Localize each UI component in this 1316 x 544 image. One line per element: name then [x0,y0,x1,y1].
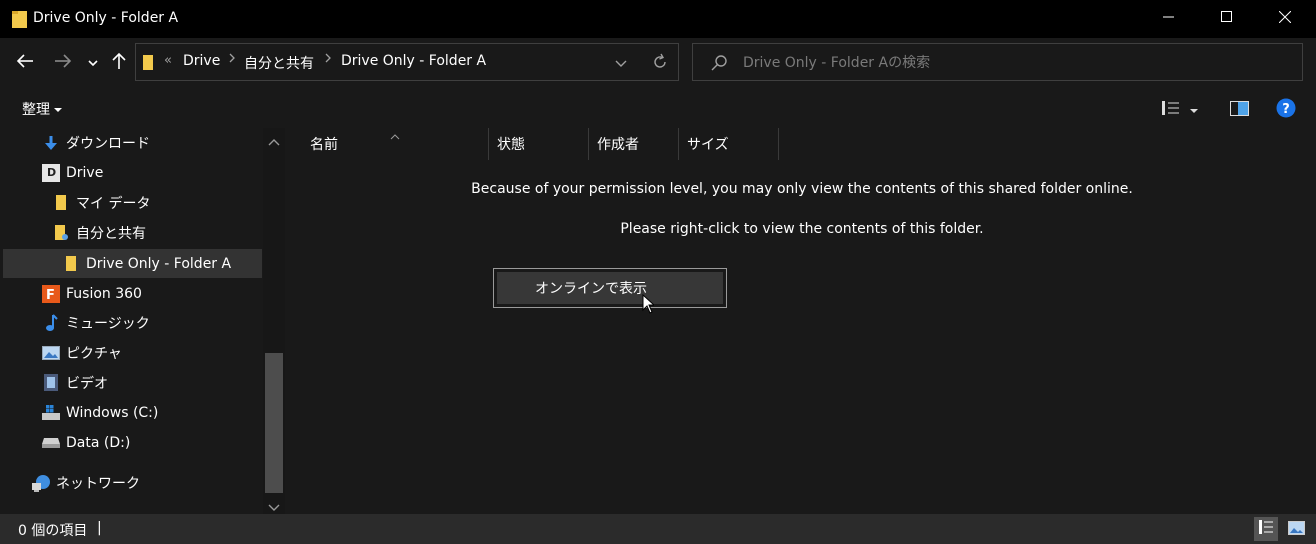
minimize-icon [1163,11,1175,27]
organize-label: 整理 [22,102,50,118]
nav-item-label: ミュージック [66,315,150,332]
folder-icon [61,254,81,274]
right-click-message: Please right-click to view the contents … [620,221,984,237]
nav-item-fusion[interactable]: F Fusion 360 [3,279,262,308]
title-bar: Drive Only - Folder A [0,0,1316,38]
folder-icon [142,53,154,75]
network-icon [31,473,51,493]
details-view-icon [1162,100,1180,120]
forward-button[interactable] [50,50,76,76]
svg-text:F: F [46,288,55,303]
nav-item-label: ネットワーク [56,475,140,492]
recent-locations-button[interactable] [84,50,102,76]
nav-item-videos[interactable]: ビデオ [3,368,262,397]
search-box[interactable] [692,43,1303,81]
minimize-button[interactable] [1140,0,1198,38]
column-header-status[interactable]: 状態 [489,128,589,160]
nav-item-label: Drive [66,164,104,181]
nav-item-label: Data (D:) [66,434,131,451]
back-button[interactable] [12,50,38,76]
window-title: Drive Only - Folder A [33,10,179,26]
navigation-bar: « Drive 自分と共有 Drive Only - Folder A [0,38,1316,88]
nav-item-label: 自分と共有 [76,225,146,242]
system-drive-icon [41,403,61,423]
fusion-icon: F [41,284,61,304]
chevron-right-icon[interactable] [324,52,332,68]
refresh-icon[interactable] [651,53,669,75]
nav-item-label: ダウンロード [66,135,150,152]
nav-item-label: Drive Only - Folder A [86,255,232,272]
nav-item-music[interactable]: ミュージック [3,308,262,337]
preview-pane-icon[interactable] [1230,101,1249,120]
status-bar: 0 個の項目 | [0,514,1316,544]
arrow-right-icon [54,54,72,72]
music-icon [41,313,61,333]
nav-item-shared-with-me[interactable]: 自分と共有 [3,218,262,247]
file-list-pane: 名前 状態 作成者 サイズ Because of your permission… [288,128,1316,514]
shared-folder-icon [51,223,71,243]
command-bar: 整理 ? [0,88,1316,128]
search-input[interactable] [743,53,1283,73]
dropdown-arrow-icon [1190,102,1198,118]
up-button[interactable] [108,50,130,76]
svg-text:?: ? [1282,102,1290,117]
chevron-right-icon[interactable] [228,52,236,68]
search-icon [710,54,728,76]
nav-item-label: ピクチャ [66,345,122,362]
overflow-chevron-icon[interactable]: « [164,53,172,68]
pictures-icon [41,343,61,363]
item-count: 0 個の項目 [18,523,88,539]
nav-item-drive[interactable]: D Drive [3,158,262,187]
view-online-button[interactable]: オンラインで表示 [493,268,727,308]
maximize-icon [1221,11,1233,27]
arrow-left-icon [16,54,34,72]
address-bar[interactable]: « Drive 自分と共有 Drive Only - Folder A [135,43,679,81]
column-header-size[interactable]: サイズ [679,128,779,160]
address-history-chevron-icon[interactable] [614,57,628,73]
drive-app-icon: D [41,163,61,183]
view-online-label: オンラインで表示 [497,272,723,304]
nav-item-data-d[interactable]: Data (D:) [3,428,262,457]
folder-icon [51,193,71,213]
nav-item-pictures[interactable]: ピクチャ [3,338,262,367]
navigation-pane: ダウンロード D Drive マイ データ 自分と共有 Drive Only -… [0,128,286,514]
crumb-shared-with-me[interactable]: 自分と共有 [244,53,314,73]
chevron-down-icon [88,55,98,71]
details-view-icon [1259,520,1273,538]
mouse-cursor-icon [642,293,656,318]
view-options-button[interactable] [1162,100,1198,120]
nav-item-label: マイ データ [76,195,151,212]
nav-item-windows-c[interactable]: Windows (C:) [3,398,262,427]
details-view-toggle[interactable] [1254,517,1278,541]
disk-drive-icon [41,433,61,453]
close-button[interactable] [1256,0,1314,38]
scrollbar-thumb[interactable] [265,353,283,493]
crumb-current-folder[interactable]: Drive Only - Folder A [341,53,486,69]
download-icon [41,133,61,153]
nav-item-current-folder[interactable]: Drive Only - Folder A [3,249,262,278]
arrow-up-icon [112,52,126,74]
svg-text:D: D [47,166,56,179]
scroll-up-icon[interactable] [268,134,280,150]
nav-item-label: ビデオ [66,375,108,392]
nav-item-network[interactable]: ネットワーク [3,468,262,497]
dropdown-arrow-icon [54,101,62,117]
large-icons-view-icon[interactable] [1288,521,1305,539]
crumb-drive[interactable]: Drive [183,53,220,69]
organize-button[interactable]: 整理 [22,99,62,119]
video-icon [41,373,61,393]
help-icon[interactable]: ? [1276,98,1296,122]
close-icon [1278,10,1292,27]
permission-message: Because of your permission level, you ma… [471,181,1133,197]
column-header-name[interactable]: 名前 [302,128,489,160]
maximize-button[interactable] [1198,0,1256,38]
status-divider: | [97,520,102,536]
nav-pane-scrollbar[interactable] [263,128,285,514]
nav-item-downloads[interactable]: ダウンロード [3,128,262,157]
nav-item-label: Fusion 360 [66,285,142,302]
nav-item-label: Windows (C:) [66,404,159,421]
column-header-author[interactable]: 作成者 [589,128,679,160]
nav-item-my-data[interactable]: マイ データ [3,188,262,217]
folder-icon [11,9,29,33]
